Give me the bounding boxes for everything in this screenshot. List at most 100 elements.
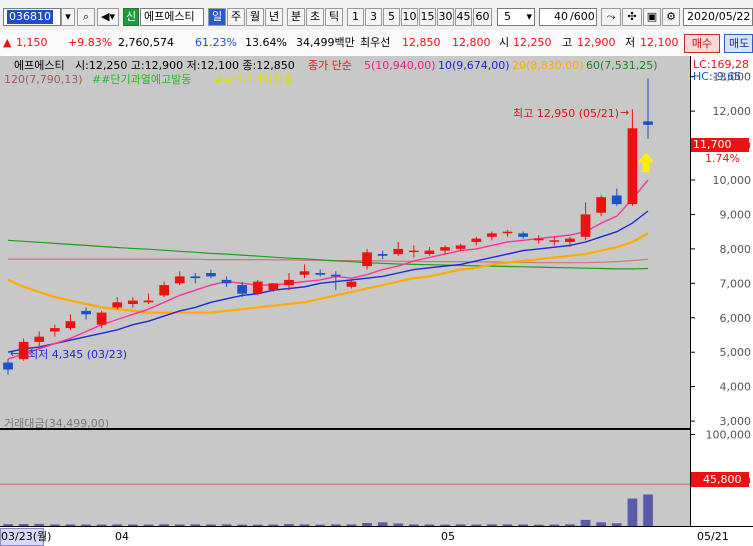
volume-chart-area[interactable]: 거래대금(34,499,00)	[0, 417, 690, 526]
signal-up-arrow	[638, 152, 654, 173]
candle-body	[409, 250, 419, 253]
candle-body	[237, 285, 247, 294]
candle-body	[143, 300, 154, 303]
candle-body	[611, 195, 622, 205]
price-axis[interactable]: 3,000 4,000 5,000 6,000 7,000 8,000 9,000 10,00…	[690, 56, 753, 526]
n-value-select[interactable]: 5 ▾	[497, 8, 535, 26]
search-icon: ⌕	[82, 10, 90, 23]
price-tick-label: 9,000	[720, 208, 752, 221]
tab-day[interactable]: 일	[208, 8, 226, 26]
price-tick-label: 7,000	[720, 277, 752, 290]
tab-tick[interactable]: 틱	[325, 8, 343, 26]
price-tick-label: 6,000	[720, 312, 752, 325]
minute-30[interactable]: 30	[437, 8, 454, 26]
date-may: 05	[441, 530, 455, 543]
minute-3[interactable]: 3	[365, 8, 382, 26]
candle-body	[549, 240, 560, 242]
candle-body	[299, 271, 310, 275]
candle-body	[455, 245, 466, 249]
stock-name-field[interactable]: 에프에스티	[140, 8, 204, 26]
price-tick-label: 8,000	[720, 243, 752, 256]
candle-body	[487, 233, 497, 237]
start-date-badge: 03/23(월)	[0, 528, 51, 546]
high-label: 고	[562, 36, 573, 49]
search-button[interactable]: ⌕	[77, 8, 95, 26]
minute-60[interactable]: 60	[473, 8, 492, 26]
gear-icon: ⚙	[666, 10, 676, 23]
chart-stock-name: 에프에스티	[14, 59, 65, 72]
volume-chart	[0, 483, 690, 526]
candle-body	[393, 248, 404, 255]
crosshair-button[interactable]: ✣	[622, 8, 642, 26]
low-label: 저	[625, 36, 636, 49]
candle-body	[440, 247, 450, 251]
settings-button[interactable]: ⚙	[662, 8, 680, 26]
candle-body	[502, 231, 513, 234]
date-apr: 04	[115, 530, 129, 543]
tab-second[interactable]: 초	[306, 8, 324, 26]
trade-amount: 34,499백만	[296, 36, 355, 49]
candle-body	[377, 254, 388, 256]
date-field[interactable]: 2020/05/22	[683, 8, 753, 26]
minute-5[interactable]: 5	[383, 8, 400, 26]
ma-header: 종가 단순	[308, 59, 352, 72]
ma20-legend: 20(8,830,00)	[512, 59, 584, 72]
count-field[interactable]: 40 /600	[539, 8, 597, 26]
up-arrow-icon: ▲	[3, 36, 12, 49]
date-axis[interactable]: 03/23(월) 04 05 05/21	[0, 526, 753, 546]
candle-body	[174, 276, 185, 284]
tab-month[interactable]: 월	[246, 8, 264, 26]
candle-body	[221, 279, 232, 284]
tab-year[interactable]: 년	[265, 8, 283, 26]
candle-body	[128, 300, 138, 304]
credit-badge: 신	[123, 8, 139, 26]
crosshair-icon: ✣	[627, 10, 637, 23]
candle-body	[362, 252, 372, 267]
stock-name: 에프에스티	[144, 10, 195, 23]
tab-minute[interactable]: 분	[287, 8, 305, 26]
price-tick-label: 12,000	[713, 105, 752, 118]
candle-body	[96, 312, 107, 325]
save-button[interactable]: ▣	[643, 8, 661, 26]
candle-body	[159, 285, 169, 296]
end-date: 05/21	[697, 530, 729, 543]
bid-price: 12,800	[452, 36, 491, 49]
ma5-legend: 5(10,940,00)	[364, 59, 436, 72]
volume-bar	[627, 498, 638, 526]
buy-button[interactable]: 매수	[684, 34, 720, 53]
candle-body	[471, 238, 482, 242]
low-annotation: 최저 4,345 (03/23)	[28, 348, 128, 361]
change-percent: +9.83%	[68, 36, 113, 49]
candle-body	[643, 121, 653, 125]
minute-1[interactable]: 1	[347, 8, 364, 26]
ma60-legend: 60(7,531,25)	[586, 59, 658, 72]
candle-body	[518, 233, 528, 237]
candle-body	[580, 214, 591, 237]
current-percent: 1.74%	[705, 152, 740, 165]
indicator-button[interactable]: ⤳	[601, 8, 621, 26]
chart-ohlc: 시:12,250 고:12,900 저:12,100 종:12,850	[75, 59, 295, 72]
chart-line-icon: ⤳	[606, 10, 616, 23]
candle-body	[565, 238, 575, 242]
sell-button[interactable]: 매도	[724, 34, 753, 53]
ma10-line	[7, 210, 649, 353]
minute-15[interactable]: 15	[419, 8, 436, 26]
code-dropdown-button[interactable]: ▾	[61, 8, 75, 26]
current-price-badge: 11,700	[691, 138, 749, 152]
high-price: 12,900	[577, 36, 616, 49]
low-price: 12,100	[640, 36, 679, 49]
minute-10[interactable]: 10	[401, 8, 418, 26]
price-tick-label: 4,000	[720, 381, 752, 394]
candle-body	[112, 302, 123, 308]
ma120-legend: 120(7,790,13)	[4, 73, 83, 86]
tab-week[interactable]: 주	[227, 8, 245, 26]
price-chart-area[interactable]: 에프에스티 시:12,250 고:12,900 저:12,100 종:12,85…	[0, 56, 690, 428]
open-price: 12,250	[513, 36, 552, 49]
count-total: /600	[570, 10, 595, 23]
high-annotation: 최고 12,950 (05/21)	[513, 107, 620, 120]
stock-code-input[interactable]: 036810	[3, 8, 61, 26]
ratio-1: 61.23%	[195, 36, 237, 49]
ratio-2: 13.64%	[245, 36, 287, 49]
minute-45[interactable]: 45	[455, 8, 472, 26]
speaker-button[interactable]: ◀▾	[97, 8, 119, 26]
